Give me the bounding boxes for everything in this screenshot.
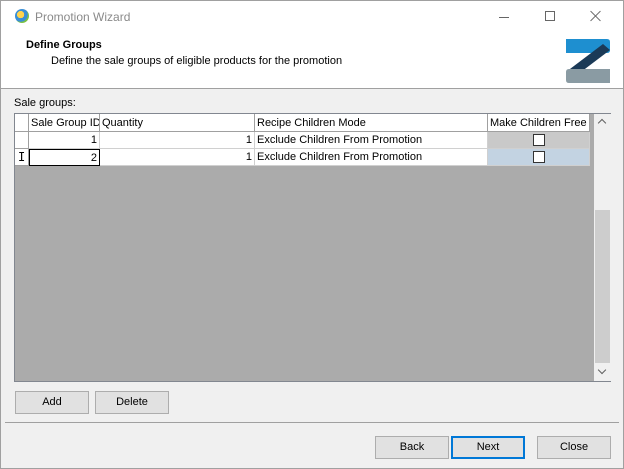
- sale-groups-label: Sale groups:: [14, 97, 76, 109]
- cell-sale-group-id[interactable]: 1: [29, 132, 100, 149]
- app-icon: [15, 9, 29, 23]
- cell-make-children-free[interactable]: [488, 132, 590, 149]
- make-children-free-checkbox[interactable]: [533, 151, 545, 163]
- cell-recipe-children-mode[interactable]: Exclude Children From Promotion: [255, 149, 488, 166]
- vertical-scrollbar[interactable]: [594, 114, 611, 381]
- grid-corner-header: [15, 114, 29, 132]
- company-logo-icon: [566, 39, 610, 83]
- maximize-button[interactable]: [527, 1, 573, 31]
- edit-cursor-icon: I: [18, 150, 26, 164]
- page-title: Define Groups: [26, 39, 102, 51]
- wizard-header: Define Groups Define the sale groups of …: [1, 31, 623, 89]
- column-header-quantity[interactable]: Quantity: [100, 114, 255, 132]
- close-button[interactable]: Close: [537, 436, 611, 459]
- page-subtitle: Define the sale groups of eligible produ…: [51, 55, 343, 67]
- grid-body: Sale Group ID Quantity Recipe Children M…: [15, 114, 594, 381]
- cell-recipe-children-mode[interactable]: Exclude Children From Promotion: [255, 132, 488, 149]
- promotion-wizard-window: Promotion Wizard Define Groups Define th…: [0, 0, 624, 469]
- scroll-up-icon[interactable]: [594, 114, 611, 131]
- add-button[interactable]: Add: [15, 391, 89, 414]
- column-header-make-children-free[interactable]: Make Children Free: [488, 114, 590, 132]
- sale-groups-grid[interactable]: Sale Group ID Quantity Recipe Children M…: [14, 113, 611, 382]
- window-title: Promotion Wizard: [35, 10, 131, 24]
- cell-quantity[interactable]: 1: [100, 132, 255, 149]
- cell-quantity[interactable]: 1: [100, 149, 255, 166]
- close-icon: [590, 10, 602, 22]
- delete-button[interactable]: Delete: [95, 391, 169, 414]
- maximize-icon: [545, 11, 555, 21]
- back-button[interactable]: Back: [375, 436, 449, 459]
- footer-divider: [5, 422, 619, 423]
- column-header-sale-group-id[interactable]: Sale Group ID: [29, 114, 100, 132]
- cell-make-children-free[interactable]: [488, 149, 590, 166]
- minimize-button[interactable]: [481, 1, 527, 31]
- next-button[interactable]: Next: [451, 436, 525, 459]
- title-bar: Promotion Wizard: [1, 1, 623, 31]
- row-header-current[interactable]: I: [15, 149, 29, 166]
- scrollbar-thumb[interactable]: [595, 210, 610, 363]
- scroll-down-icon[interactable]: [594, 364, 611, 381]
- close-window-button[interactable]: [573, 1, 619, 31]
- cell-sale-group-id-editing[interactable]: 2: [29, 149, 100, 166]
- minimize-icon: [499, 17, 509, 18]
- row-header[interactable]: [15, 132, 29, 149]
- column-header-recipe-children-mode[interactable]: Recipe Children Mode: [255, 114, 488, 132]
- make-children-free-checkbox[interactable]: [533, 134, 545, 146]
